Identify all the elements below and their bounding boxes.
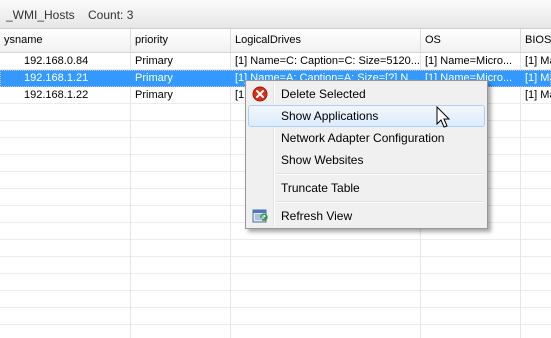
refresh-view-icon [252,208,268,224]
cell-priority: Primary [135,89,173,101]
menu-item-label: Show Applications [281,109,379,123]
column-header-bios[interactable]: BIOS [521,29,551,52]
cell-priority: Primary [135,55,173,67]
menu-separator [276,201,483,203]
menu-item-label: Network Adapter Configuration [281,131,445,145]
menu-item-delete-selected[interactable]: Delete Selected [248,83,485,105]
menu-item-network-adapter-configuration[interactable]: Network Adapter Configuration [248,127,485,149]
row-count: Count: 3 [88,8,134,22]
cell-host: 192.168.0.84 [24,55,89,67]
cell-bios: [1] Ma [525,55,551,67]
column-header-sysname[interactable]: ysname [0,29,131,52]
cell-bios: [1] Ma [525,72,551,84]
delete-icon [252,86,268,102]
menu-item-label: Truncate Table [281,181,360,195]
menu-item-truncate-table[interactable]: Truncate Table [248,177,485,199]
cell-host: 192.168.1.21 [24,72,89,84]
cell-bios: [1] Ma [525,89,551,101]
column-header-logicaldrives[interactable]: LogicalDrives [231,29,421,52]
window-titlebar: _WMI_Hosts Count: 3 [0,0,551,29]
menu-item-label: Delete Selected [281,87,366,101]
cell-host: 192.168.1.22 [24,89,89,101]
grid-header: ysname priority LogicalDrives OS BIOS [0,29,551,53]
table-name: _WMI_Hosts [6,8,75,22]
menu-item-show-websites[interactable]: Show Websites [248,149,485,171]
column-header-priority[interactable]: priority [131,29,231,52]
menu-separator [276,173,483,175]
menu-item-refresh-view[interactable]: Refresh View [248,205,485,227]
menu-item-label: Show Websites [281,153,364,167]
column-header-os[interactable]: OS [421,29,521,52]
cell-logicaldrives: [1] Name=C: Caption=C: Size=5120... [235,55,420,67]
menu-item-label: Refresh View [281,209,353,223]
context-menu: Delete Selected Show Applications Networ… [245,80,488,229]
table-row[interactable]: 192.168.0.84 Primary [1] Name=C: Caption… [0,53,551,70]
cell-priority: Primary [135,72,173,84]
cell-os: [1] Name=Micro... [425,55,513,67]
mouse-cursor-icon [436,105,452,130]
